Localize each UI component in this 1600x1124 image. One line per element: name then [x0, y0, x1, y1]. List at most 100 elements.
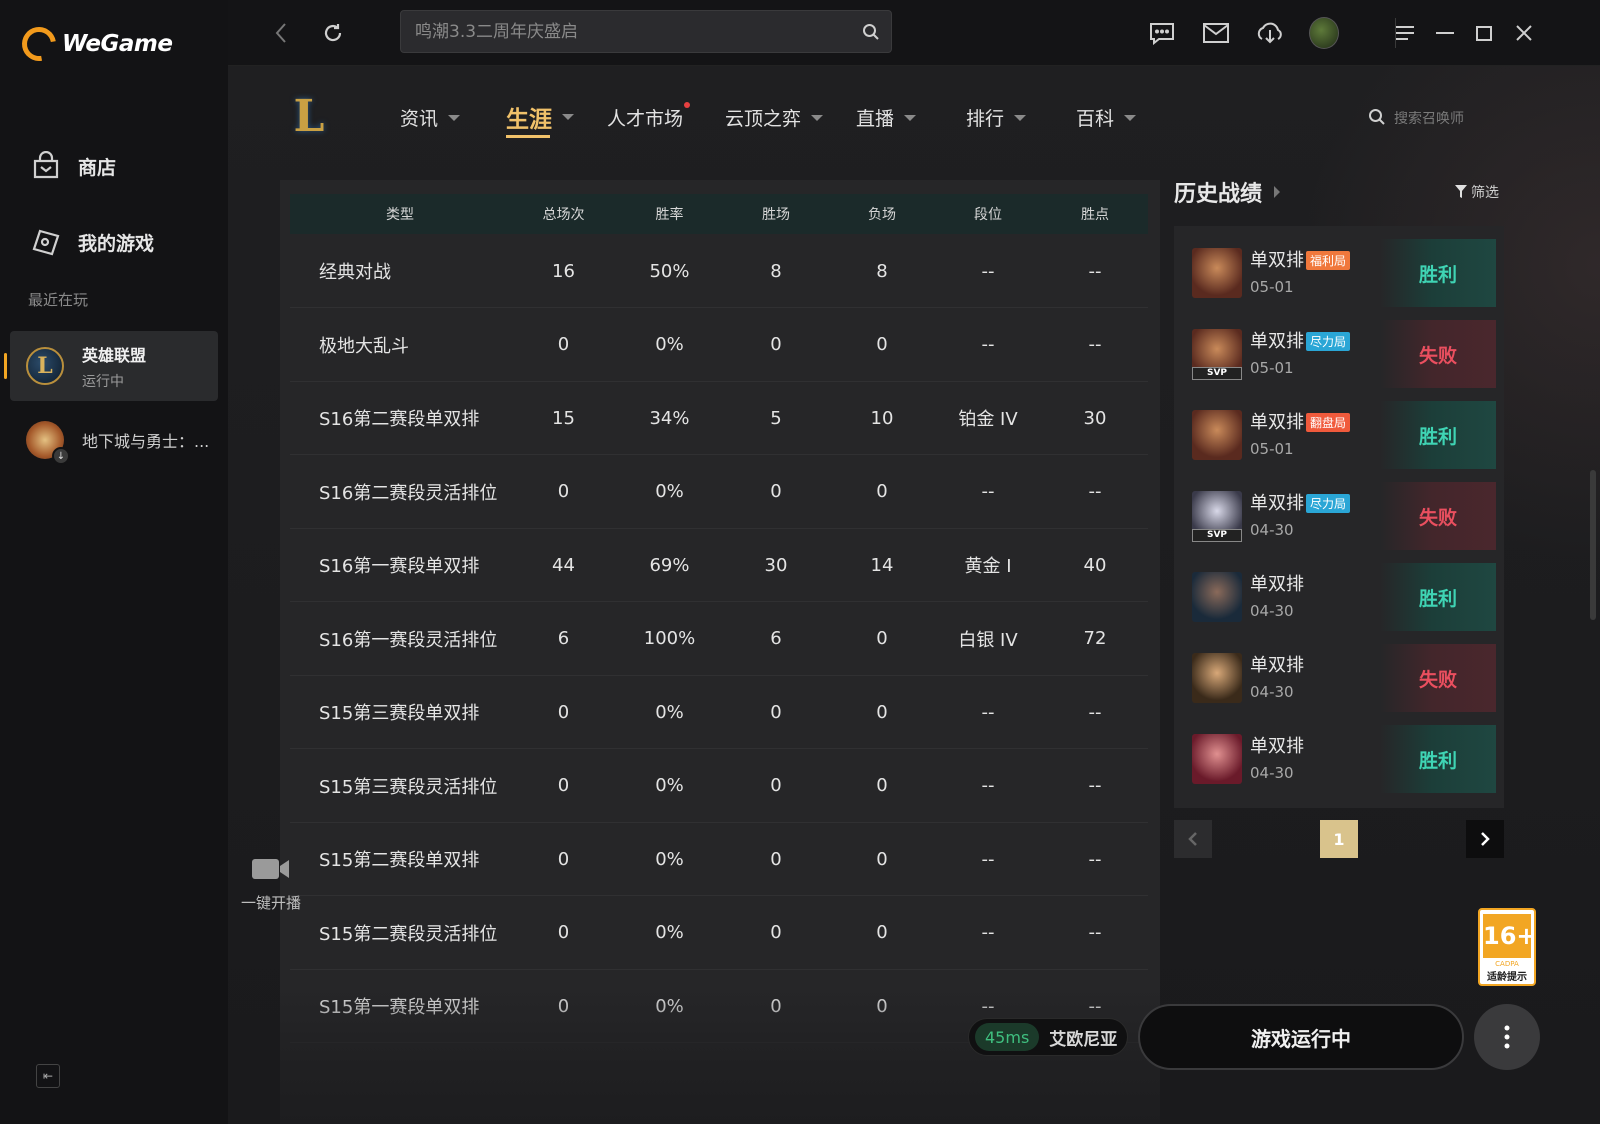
game-running-button[interactable]: 游戏运行中	[1138, 1004, 1464, 1070]
table-cell: --	[981, 481, 995, 502]
table-cell: --	[1088, 775, 1102, 796]
table-cell: 0	[557, 922, 570, 943]
match-result: 失败	[1380, 482, 1496, 550]
match-result: 失败	[1380, 320, 1496, 388]
sidebar-item-my-games[interactable]: 我的游戏	[0, 204, 228, 280]
match-result: 胜利	[1380, 725, 1496, 793]
tab-label: 排行	[966, 108, 1005, 130]
match-history-title[interactable]: 历史战绩	[1174, 176, 1281, 208]
tab-ranking[interactable]: 排行	[966, 104, 1027, 131]
tab-career[interactable]: 生涯	[506, 100, 574, 138]
back-icon[interactable]	[266, 18, 296, 48]
tab-news[interactable]: 资讯	[400, 104, 461, 131]
download-manager-icon[interactable]	[1255, 18, 1285, 48]
close-icon[interactable]	[1509, 18, 1539, 48]
sidebar-nav: 商店 我的游戏	[0, 128, 228, 280]
wegame-logo[interactable]: WeGame	[15, 20, 173, 68]
table-cell: 8	[770, 260, 782, 282]
chevron-right-icon	[1274, 186, 1281, 198]
table-cell: 10	[870, 407, 894, 429]
tab-live[interactable]: 直播	[856, 104, 917, 131]
table-row: S15第二赛段单双排 0 0% 0 0 -- --	[290, 823, 1148, 896]
tab-wiki[interactable]: 百科	[1076, 104, 1137, 131]
table-cell: 0	[876, 701, 888, 723]
recent-game-dnf[interactable]: ↓ 地下城与勇士：...	[10, 405, 218, 475]
lol-logo[interactable]: L	[286, 88, 332, 144]
filter-button[interactable]: 筛选	[1455, 182, 1499, 202]
store-icon	[30, 150, 62, 182]
match-mode: 单双排	[1250, 655, 1304, 676]
next-page-button[interactable]	[1466, 820, 1504, 858]
column-header: 段位	[974, 207, 1002, 223]
page-number[interactable]: 1	[1320, 820, 1358, 858]
table-cell: 0	[557, 334, 570, 355]
table-cell: 0	[770, 775, 782, 796]
table-row: S15第三赛段单双排 0 0% 0 0 -- --	[290, 676, 1148, 749]
search-icon	[1368, 108, 1386, 130]
table-cell: 0	[876, 481, 888, 502]
table-cell: 0%	[655, 922, 684, 943]
match-result: 胜利	[1380, 563, 1496, 631]
global-search-bar[interactable]	[400, 10, 892, 53]
menu-icon[interactable]	[1390, 18, 1420, 48]
maximize-icon[interactable]	[1469, 18, 1499, 48]
one-click-broadcast-button[interactable]: 一键开播	[236, 856, 306, 913]
champion-portrait	[1192, 653, 1242, 703]
minimize-icon[interactable]	[1430, 18, 1460, 48]
sidebar-item-store[interactable]: 商店	[0, 128, 228, 204]
match-mode: 单双排	[1250, 331, 1304, 352]
previous-page-button[interactable]	[1174, 820, 1212, 858]
table-cell: 铂金 IV	[958, 409, 1018, 430]
global-search-input[interactable]	[415, 21, 851, 42]
tab-label: 人才市场	[607, 108, 684, 130]
summoner-search-input[interactable]	[1394, 111, 1514, 127]
more-options-button[interactable]	[1474, 1004, 1540, 1070]
match-history-item[interactable]: SVP 单双排 尽力局 04-30 失败	[1174, 479, 1504, 550]
tab-tft[interactable]: 云顶之弈	[725, 104, 824, 131]
table-cell: 0	[770, 481, 782, 502]
chat-icon[interactable]	[1147, 18, 1177, 48]
scrollbar[interactable]	[1590, 470, 1596, 620]
match-history-item[interactable]: 单双排 04-30 失败	[1174, 641, 1504, 712]
chevron-down-icon	[562, 114, 574, 120]
table-cell: 100%	[643, 628, 696, 649]
match-history-item[interactable]: 单双排 福利局 05-01 胜利	[1174, 236, 1504, 307]
table-cell: 0	[770, 701, 782, 723]
sidebar-item-label: 我的游戏	[78, 232, 155, 255]
chevron-left-icon	[1188, 832, 1197, 846]
match-mode: 单双排	[1250, 736, 1304, 757]
match-history-item[interactable]: 单双排 04-30 胜利	[1174, 560, 1504, 631]
match-tag: 尽力局	[1306, 332, 1351, 351]
match-history-item[interactable]: 单双排 翻盘局 05-01 胜利	[1174, 398, 1504, 469]
table-cell: 0	[557, 775, 570, 796]
mail-icon[interactable]	[1201, 18, 1231, 48]
more-vertical-icon	[1504, 1025, 1510, 1049]
recent-game-lol[interactable]: L 英雄联盟 运行中	[4, 331, 218, 401]
server-status[interactable]: 45ms 艾欧尼亚	[968, 1018, 1128, 1056]
match-result: 失败	[1380, 644, 1496, 712]
table-row: S16第一赛段单双排 44 69% 30 14 黄金 I 40	[290, 529, 1148, 602]
match-history-item[interactable]: SVP 单双排 尽力局 05-01 失败	[1174, 317, 1504, 388]
table-cell: --	[1088, 701, 1102, 723]
summoner-search[interactable]	[1368, 108, 1514, 130]
table-cell: 0%	[655, 701, 684, 723]
table-cell: 0%	[655, 334, 684, 355]
refresh-icon[interactable]	[318, 18, 348, 48]
svp-badge: SVP	[1192, 529, 1242, 542]
collapse-sidebar-icon[interactable]: ⇤	[36, 1064, 60, 1088]
table-cell: --	[981, 701, 995, 723]
recent-game-status: 运行中	[82, 373, 124, 390]
column-header: 胜点	[1081, 207, 1109, 223]
table-row: S16第一赛段灵活排位 6 100% 6 0 白银 IV 72	[290, 603, 1148, 676]
table-header: 类型 总场次 胜率 胜场 负场 段位 胜点	[290, 194, 1148, 234]
career-stats-table: 类型 总场次 胜率 胜场 负场 段位 胜点 经典对战 16 50% 8 8 -- -- 极地大…	[280, 180, 1160, 1124]
pagination: 1	[1174, 820, 1504, 858]
user-avatar[interactable]	[1309, 17, 1339, 49]
tab-talent-market[interactable]: 人才市场	[607, 102, 691, 131]
match-date: 05-01	[1250, 278, 1294, 296]
match-history-item[interactable]: 单双排 04-30 胜利	[1174, 722, 1504, 793]
search-icon[interactable]	[851, 23, 891, 41]
column-header: 负场	[868, 207, 896, 223]
age-rating-badge[interactable]: 16+ CADPA 适龄提示	[1478, 908, 1537, 986]
table-cell: 0%	[655, 848, 684, 870]
